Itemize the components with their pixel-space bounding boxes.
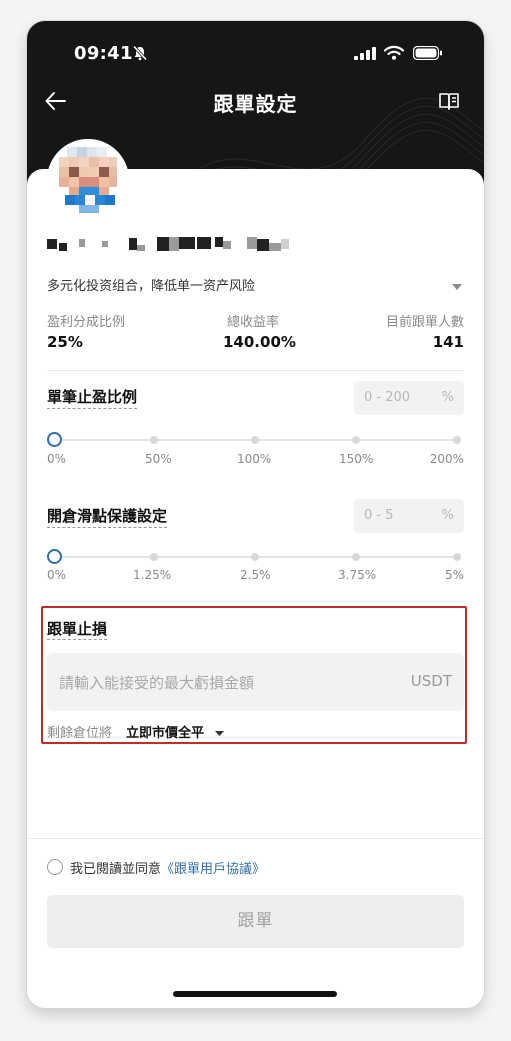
trader-avatar-image — [47, 139, 129, 221]
slider-step[interactable] — [453, 436, 461, 444]
slippage-placeholder: 0 - 5 — [364, 508, 394, 523]
close-mode-dropdown[interactable]: 立即市價全平 — [126, 722, 224, 741]
close-mode-value: 立即市價全平 — [126, 726, 205, 741]
stat-total-return-value: 140.00% — [223, 333, 296, 351]
tick-label: 0% — [47, 452, 67, 466]
slider-step[interactable] — [251, 553, 259, 561]
remain-position-label: 剩餘倉位將 — [47, 726, 113, 741]
slider-handle[interactable] — [47, 432, 62, 447]
slippage-input[interactable]: 0 - 5 % — [354, 499, 464, 533]
take-profit-input[interactable]: 0 - 200 % — [354, 381, 464, 415]
take-profit-title: 單筆止盈比例 — [47, 386, 138, 409]
stop-loss-placeholder: 請輸入能接受的最大虧損金額 — [59, 674, 255, 692]
battery-icon — [413, 46, 442, 60]
tick-label: 5% — [444, 568, 464, 582]
phone-screen: 09:41 跟單設定 多元化投资组合，降低单一资产风险 盈利分成比例 總收益率 … — [27, 21, 484, 1008]
follow-button[interactable]: 跟單 — [47, 895, 464, 948]
slider-step[interactable] — [352, 436, 360, 444]
divider — [27, 838, 484, 839]
chevron-down-icon — [214, 731, 224, 736]
tick-label: 50% — [145, 452, 172, 466]
agreement-radio[interactable] — [47, 859, 63, 875]
stop-loss-title: 跟單止損 — [47, 620, 108, 640]
tick-label: 150% — [339, 452, 374, 466]
agreement-link[interactable]: 《跟單用戶協議》 — [161, 862, 265, 877]
take-profit-unit: % — [441, 390, 454, 405]
tick-label: 1.25% — [133, 568, 172, 582]
slider-step[interactable] — [150, 553, 158, 561]
slippage-unit: % — [441, 508, 454, 523]
agreement-prefix: 我已閱讀並同意 — [70, 862, 162, 877]
page-title: 跟單設定 — [213, 92, 298, 116]
stop-loss-unit: USDT — [410, 672, 452, 690]
tick-label: 100% — [237, 452, 272, 466]
stat-followers-value: 141 — [432, 333, 464, 351]
slider-step[interactable] — [150, 436, 158, 444]
settings-card — [27, 169, 484, 1008]
trader-description: 多元化投资组合，降低单一资产风险 — [47, 279, 256, 294]
home-indicator — [173, 991, 337, 997]
slider-step[interactable] — [251, 436, 259, 444]
avatar — [47, 139, 129, 221]
tick-label: 3.75% — [338, 568, 377, 582]
stop-loss-input[interactable]: 請輸入能接受的最大虧損金額 USDT — [47, 653, 464, 711]
signal-icon — [354, 47, 376, 60]
status-time: 09:41 — [74, 43, 133, 64]
tick-label: 200% — [429, 452, 464, 466]
stat-profit-share-label: 盈利分成比例 — [47, 315, 126, 330]
divider — [47, 370, 464, 371]
stat-followers-label: 目前跟單人數 — [385, 315, 464, 330]
status-bar: 09:41 — [27, 21, 484, 81]
tick-label: 0% — [47, 568, 67, 582]
slider-step[interactable] — [453, 553, 461, 561]
navigation-bar: 跟單設定 — [27, 83, 484, 123]
agreement-text: 我已閱讀並同意《跟單用戶協議》 — [70, 858, 265, 877]
guide-book-icon[interactable] — [438, 91, 460, 111]
tick-label: 2.5% — [240, 568, 271, 582]
stat-total-return-label: 總收益率 — [227, 315, 280, 330]
wifi-icon — [384, 45, 404, 60]
slider-step[interactable] — [352, 553, 360, 561]
bell-muted-icon — [132, 45, 148, 61]
slippage-title: 開倉滑點保護設定 — [47, 505, 168, 528]
chevron-down-icon[interactable] — [452, 284, 462, 290]
take-profit-placeholder: 0 - 200 — [364, 390, 411, 405]
slider-handle[interactable] — [47, 549, 62, 564]
stat-profit-share-value: 25% — [47, 333, 83, 351]
